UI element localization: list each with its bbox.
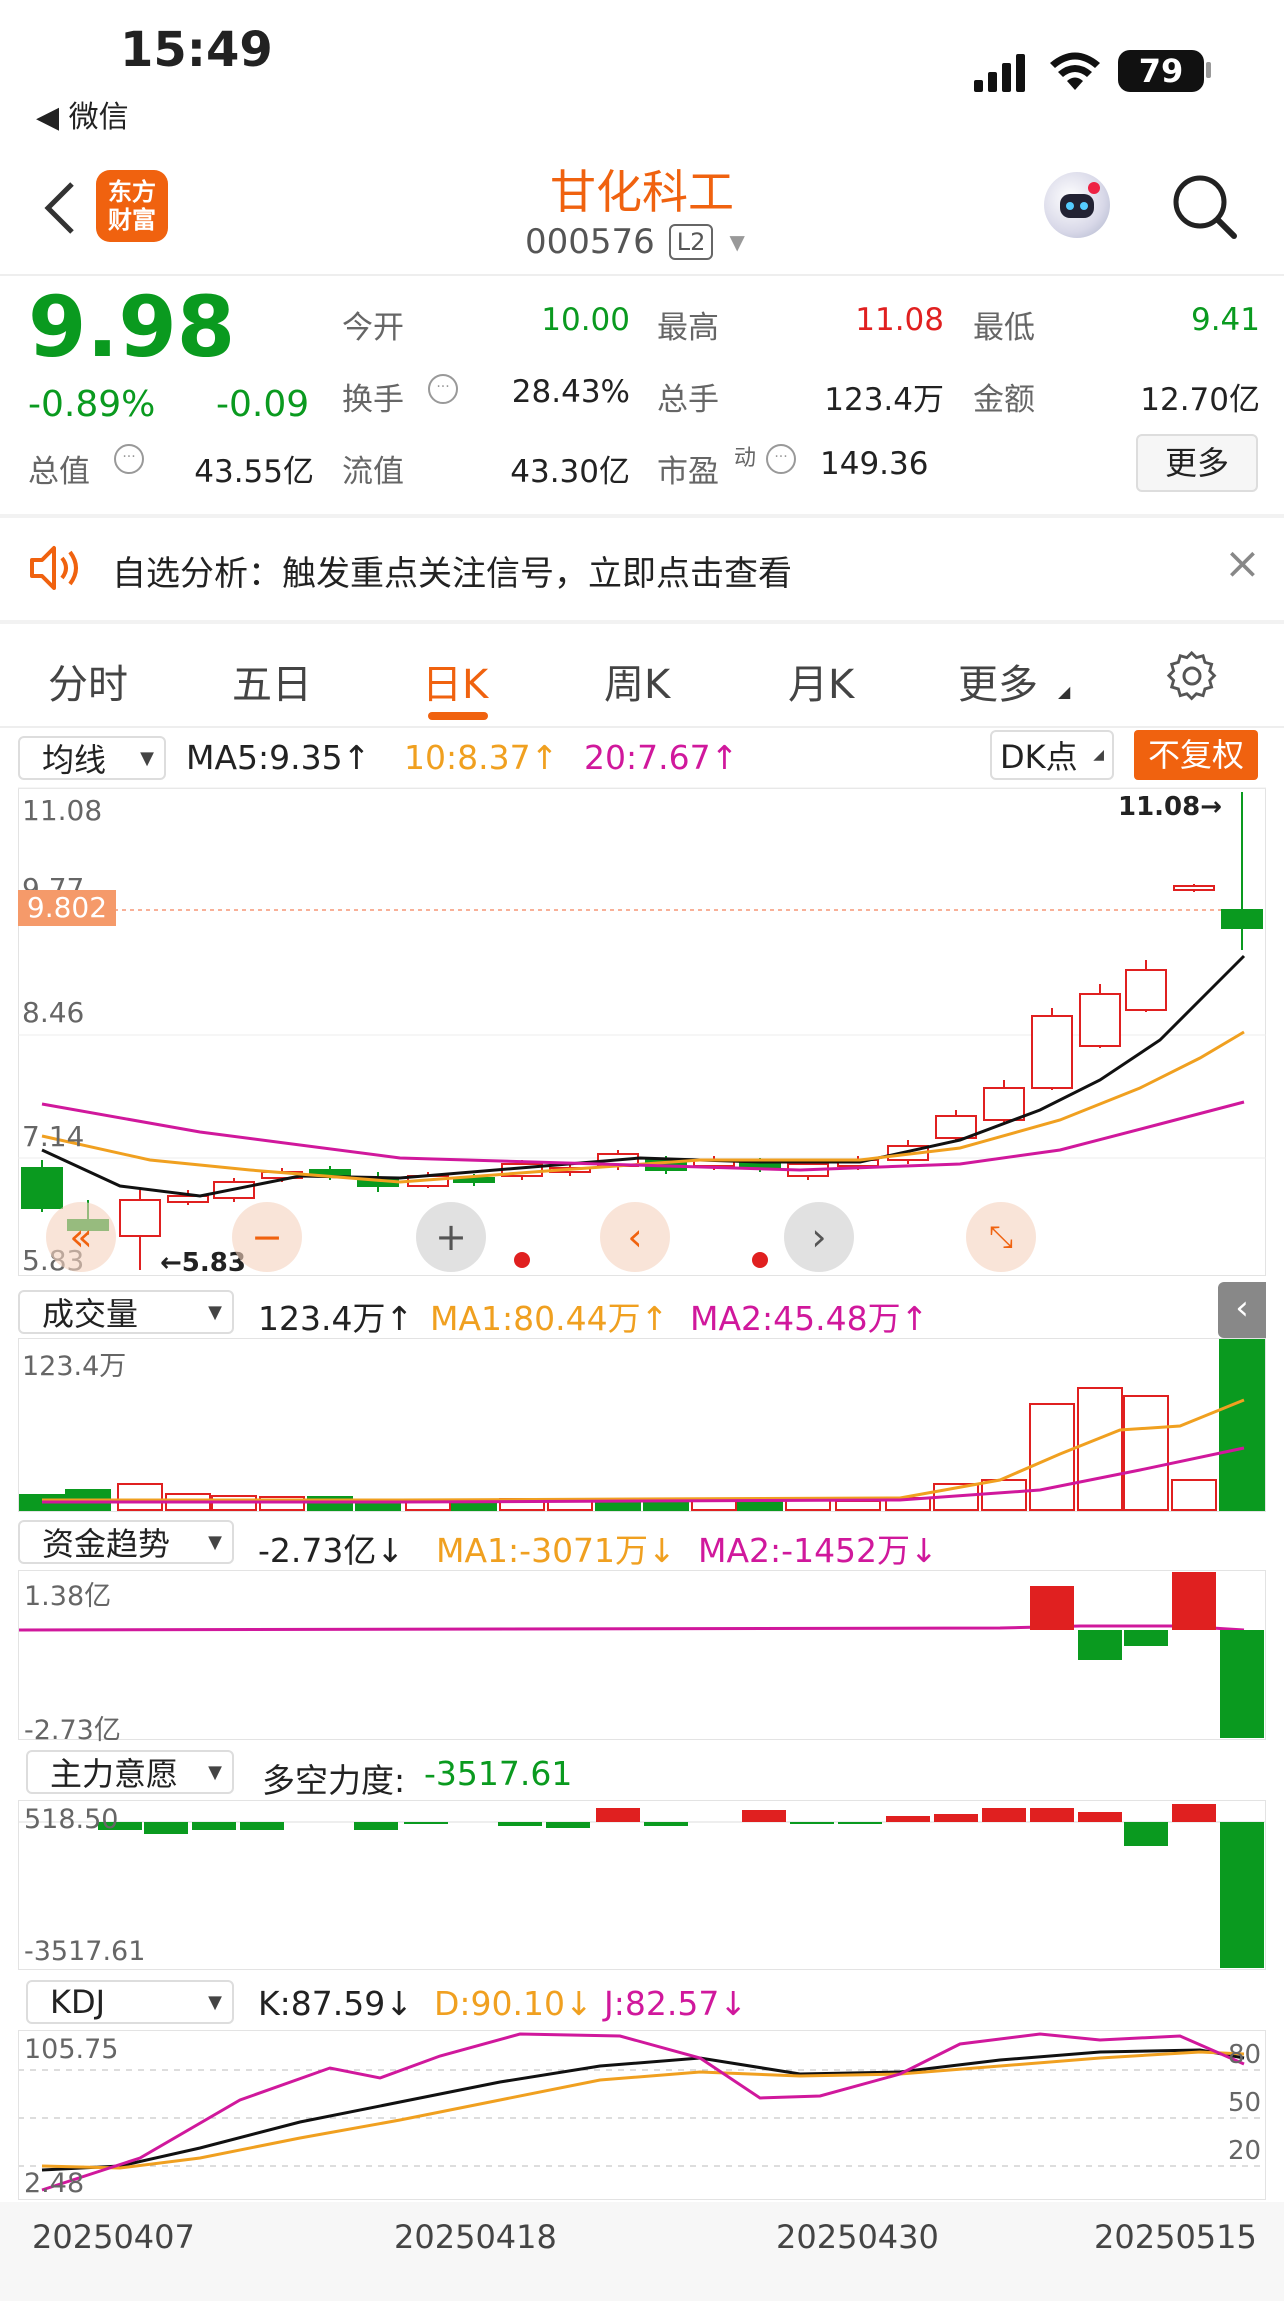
chevron-down-icon: ▼ xyxy=(208,1531,222,1553)
chevron-down-icon: ▼ xyxy=(208,1301,222,1323)
date-label-3: 20250430 xyxy=(776,2218,939,2256)
kdj-k: K:87.59↓ xyxy=(258,1984,413,2023)
chevron-down-icon: ▼ xyxy=(208,1991,222,2013)
mainforce-label: 多空力度: xyxy=(262,1761,406,1800)
candle-body xyxy=(1031,1015,1073,1089)
chevron-down-icon: ▼ xyxy=(208,1761,222,1783)
fund-chart-frame[interactable] xyxy=(18,1570,1266,1740)
collapse-panel-icon[interactable]: ‹ xyxy=(1218,1282,1266,1338)
kdj-y-top: 105.75 xyxy=(24,2034,119,2065)
fund-ma1: MA1:-3071万↓ xyxy=(436,1531,676,1570)
ma20-line xyxy=(41,1100,1245,1172)
candle-body xyxy=(119,1199,161,1237)
marker-dot xyxy=(514,1252,530,1268)
kdj-y-bot: 2.48 xyxy=(24,2168,85,2199)
indicator-select-mainforce[interactable]: 主力意愿 ▼ xyxy=(26,1750,234,1794)
candle-body xyxy=(1079,993,1121,1047)
kline-y-top: 11.08 xyxy=(22,794,103,827)
indicator-select-volume[interactable]: 成交量 ▼ xyxy=(18,1290,234,1334)
candle-body xyxy=(1221,909,1263,929)
min-price-note: ←5.83 xyxy=(160,1248,246,1278)
scroll-left-fast-icon[interactable]: « xyxy=(46,1202,116,1272)
kdj-chart-frame[interactable] xyxy=(18,2030,1266,2200)
indicator-select-mainforce-label: 主力意愿 xyxy=(50,1755,179,1793)
kdj-level-20: 20 xyxy=(1228,2136,1262,2166)
kline-y-mid: 8.46 xyxy=(22,996,85,1029)
scroll-right-icon[interactable]: › xyxy=(784,1202,854,1272)
volume-chart-frame[interactable] xyxy=(18,1338,1266,1512)
mainforce-chart-frame[interactable] xyxy=(18,1800,1266,1970)
zoom-out-icon[interactable]: − xyxy=(232,1202,302,1272)
date-label-1: 20250407 xyxy=(32,2218,195,2256)
candle-body xyxy=(21,1167,63,1209)
indicator-select-fund[interactable]: 资金趋势 ▼ xyxy=(18,1520,234,1564)
kdj-d: D:90.10↓ xyxy=(434,1984,593,2023)
fund-ma2: MA2:-1452万↓ xyxy=(698,1531,938,1570)
volume-ma1: MA1:80.44万↑ xyxy=(430,1299,669,1338)
date-label-2: 20250418 xyxy=(394,2218,557,2256)
kdj-level-80: 80 xyxy=(1228,2040,1262,2070)
kline-y-low: 7.14 xyxy=(22,1120,85,1153)
marker-dot xyxy=(752,1252,768,1268)
zoom-in-icon[interactable]: + xyxy=(416,1202,486,1272)
volume-ma2: MA2:45.48万↑ xyxy=(690,1299,929,1338)
indicator-select-kdj[interactable]: KDJ ▼ xyxy=(26,1980,234,2024)
mainforce-y-top: 518.50 xyxy=(24,1804,119,1835)
volume-y-top: 123.4万 xyxy=(22,1351,127,1382)
candle-body xyxy=(1125,969,1167,1011)
candle-body xyxy=(983,1087,1025,1121)
mainforce-y-bot: -3517.61 xyxy=(24,1936,146,1967)
indicator-select-kdj-label: KDJ xyxy=(50,1983,106,2021)
candle-body xyxy=(1173,885,1215,891)
fund-value: -2.73亿↓ xyxy=(258,1531,405,1570)
fund-y-top: 1.38亿 xyxy=(24,1581,112,1612)
fund-y-bot: -2.73亿 xyxy=(24,1715,121,1746)
date-label-4: 20250515 xyxy=(1094,2218,1257,2256)
current-price-tag: 9.802 xyxy=(18,890,116,926)
scroll-left-icon[interactable]: ‹ xyxy=(600,1202,670,1272)
kdj-level-50: 50 xyxy=(1228,2088,1262,2118)
indicator-select-volume-label: 成交量 xyxy=(42,1295,139,1333)
indicator-select-fund-label: 资金趋势 xyxy=(42,1525,171,1563)
mainforce-value: -3517.61 xyxy=(424,1754,573,1793)
volume-indicator-value: 123.4万↑ xyxy=(258,1299,414,1338)
kdj-j: J:82.57↓ xyxy=(604,1984,747,2023)
max-price-note: 11.08→ xyxy=(1118,792,1223,822)
fullscreen-icon[interactable]: ⤡ xyxy=(966,1202,1036,1272)
